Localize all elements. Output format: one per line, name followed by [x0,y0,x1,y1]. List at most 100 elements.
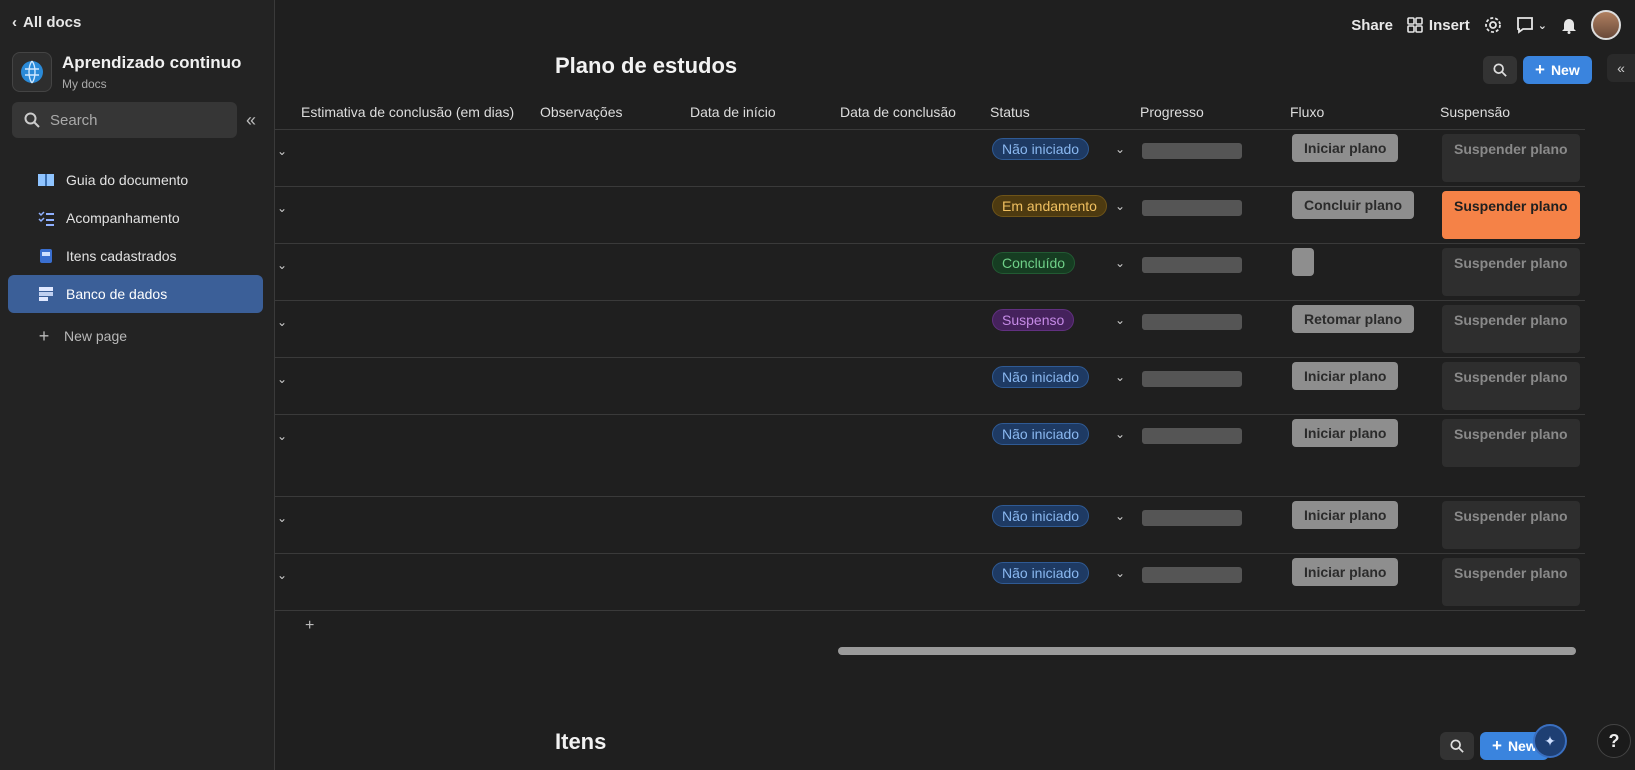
sidebar-item-acompanhamento[interactable]: Acompanhamento [8,199,263,237]
page-title: Plano de estudos [555,53,738,78]
table-row: ⌄ Concluído ⌄ Suspender plano [275,244,1585,301]
book-icon [38,172,54,188]
column-header[interactable]: Data de conclusão [840,104,956,120]
sidebar-item-label: Itens cadastrados [66,248,177,264]
status-badge[interactable]: Suspenso [992,309,1075,331]
sparkle-icon[interactable]: ✦ [1533,724,1567,758]
table-search-button[interactable] [1483,56,1517,84]
flow-button[interactable] [1292,248,1314,276]
chevron-down-icon[interactable]: ⌄ [277,429,287,443]
new-page-button[interactable]: + New page [8,317,263,355]
column-header[interactable]: Progresso [1140,104,1204,120]
progress-bar [1142,314,1242,330]
status-badge[interactable]: Concluído [992,252,1076,274]
column-header[interactable]: Suspensão [1440,104,1510,120]
flow-button[interactable]: Iniciar plano [1292,134,1399,162]
flow-button[interactable]: Iniciar plano [1292,419,1399,447]
flow-button[interactable]: Retomar plano [1292,305,1415,333]
status-badge[interactable]: Não iniciado [992,138,1090,160]
search-icon [24,112,40,128]
chevron-down-icon[interactable]: ⌄ [1115,370,1125,384]
chevron-down-icon[interactable]: ⌄ [1115,566,1125,580]
all-docs-label: All docs [23,14,82,31]
chevron-down-icon[interactable]: ⌄ [1115,199,1125,213]
flow-button[interactable]: Concluir plano [1292,191,1414,219]
flow-button[interactable]: Iniciar plano [1292,558,1399,586]
suspend-button[interactable]: Suspender plano [1442,419,1580,467]
progress-bar [1142,567,1242,583]
chevron-down-icon[interactable]: ⌄ [277,258,287,272]
table-row: ⌄ Não iniciado ⌄ Iniciar plano Suspender… [275,415,1585,497]
chevron-down-icon[interactable]: ⌄ [1115,427,1125,441]
help-button[interactable]: ? [1597,724,1631,758]
sidebar-item-guia[interactable]: Guia do documento [8,161,263,199]
sidebar-item-label: Acompanhamento [66,210,180,226]
chevron-down-icon[interactable]: ⌄ [277,201,287,215]
suspend-button[interactable]: Suspender plano [1442,501,1580,549]
chevron-down-icon[interactable]: ⌄ [1115,509,1125,523]
database-icon [38,286,54,302]
chevron-down-icon[interactable]: ⌄ [277,511,287,525]
data-table: Estimativa de conclusão (em dias) Observ… [275,96,1585,611]
suspend-button[interactable]: Suspender plano [1442,362,1580,410]
progress-bar [1142,143,1242,159]
suspend-button[interactable]: Suspender plano [1442,558,1580,606]
main-content: Plano de estudos + New « Estimativa de c… [275,0,1635,770]
progress-bar [1142,257,1242,273]
chevron-down-icon[interactable]: ⌄ [1115,256,1125,270]
suspend-button[interactable]: Suspender plano [1442,248,1580,296]
sidebar-nav: Guia do documento Acompanhamento Itens c… [8,161,263,355]
column-header[interactable]: Observações [540,104,622,120]
status-badge[interactable]: Não iniciado [992,423,1090,445]
search-input[interactable] [50,111,220,129]
sidebar: ‹ All docs Aprendizado continuo My docs … [0,0,275,770]
add-row-button[interactable]: + [305,617,314,635]
new-row-button[interactable]: + New [1523,56,1592,84]
column-header[interactable]: Estimativa de conclusão (em dias) [301,104,514,120]
table-row: ⌄ Em andamento ⌄ Concluir plano Suspende… [275,187,1585,244]
chevron-down-icon[interactable]: ⌄ [277,315,287,329]
column-header[interactable]: Data de início [690,104,776,120]
card-icon [38,248,54,264]
horizontal-scrollbar[interactable] [838,647,1576,655]
plus-icon: + [1492,736,1502,755]
flow-button[interactable]: Iniciar plano [1292,362,1399,390]
chevron-left-icon: ‹ [12,14,17,31]
table-row: ⌄ Suspenso ⌄ Retomar plano Suspender pla… [275,301,1585,358]
table-row: ⌄ Não iniciado ⌄ Iniciar plano Suspender… [275,497,1585,554]
progress-bar [1142,428,1242,444]
chevron-down-icon[interactable]: ⌄ [277,372,287,386]
status-badge[interactable]: Não iniciado [992,366,1090,388]
column-header[interactable]: Status [990,104,1030,120]
section-title: Itens [555,729,607,754]
globe-icon[interactable] [12,52,52,92]
progress-bar [1142,200,1242,216]
table-row: ⌄ Não iniciado ⌄ Iniciar plano Suspender… [275,130,1585,187]
doc-title: Aprendizado continuo [62,53,242,72]
new-label: New [1550,62,1580,78]
expand-panel-icon[interactable]: « [1607,54,1635,82]
status-badge[interactable]: Não iniciado [992,562,1090,584]
flow-button[interactable]: Iniciar plano [1292,501,1399,529]
chevron-down-icon[interactable]: ⌄ [277,568,287,582]
doc-header: Aprendizado continuo My docs [12,52,241,92]
status-badge[interactable]: Em andamento [992,195,1107,217]
progress-bar [1142,510,1242,526]
suspend-button[interactable]: Suspender plano [1442,191,1580,239]
sidebar-item-banco[interactable]: Banco de dados [8,275,263,313]
table-search-button[interactable] [1440,732,1474,760]
status-badge[interactable]: Não iniciado [992,505,1090,527]
progress-bar [1142,371,1242,387]
all-docs-link[interactable]: ‹ All docs [12,14,81,31]
suspend-button[interactable]: Suspender plano [1442,305,1580,353]
chevron-down-icon[interactable]: ⌄ [277,144,287,158]
chevron-down-icon[interactable]: ⌄ [1115,313,1125,327]
sidebar-item-itens[interactable]: Itens cadastrados [8,237,263,275]
table-row: ⌄ Não iniciado ⌄ Iniciar plano Suspender… [275,358,1585,415]
suspend-button[interactable]: Suspender plano [1442,134,1580,182]
chevron-down-icon[interactable]: ⌄ [1115,142,1125,156]
column-header[interactable]: Fluxo [1290,104,1324,120]
collapse-sidebar-icon[interactable]: « [246,110,256,131]
plus-icon: + [1535,60,1545,79]
table-row: ⌄ Não iniciado ⌄ Iniciar plano Suspender… [275,554,1585,611]
